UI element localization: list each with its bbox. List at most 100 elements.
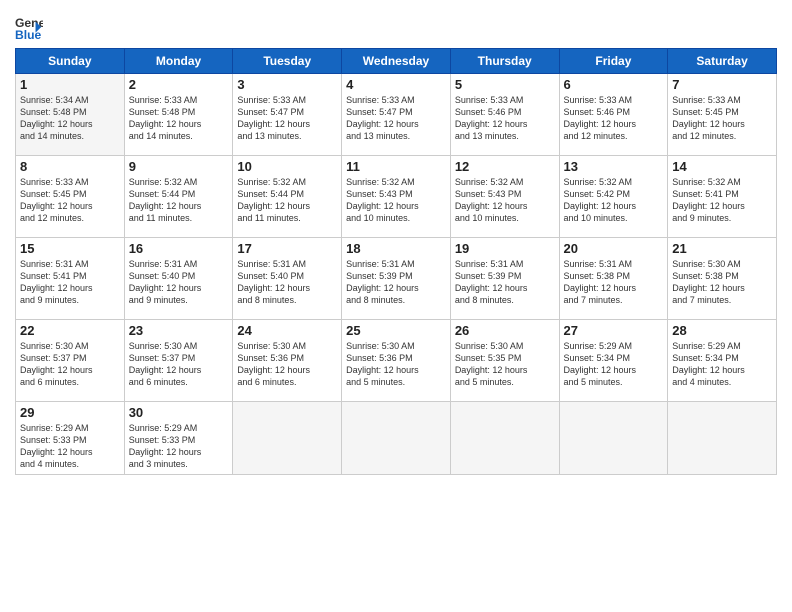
calendar-cell: 28 Sunrise: 5:29 AM Sunset: 5:34 PM Dayli… — [668, 320, 777, 402]
calendar-cell: 2 Sunrise: 5:33 AM Sunset: 5:48 PM Daylig… — [124, 74, 233, 156]
calendar-cell: 21 Sunrise: 5:30 AM Sunset: 5:38 PM Dayli… — [668, 238, 777, 320]
day-number: 17 — [237, 241, 337, 256]
day-number: 9 — [129, 159, 229, 174]
day-number: 2 — [129, 77, 229, 92]
day-number: 13 — [564, 159, 664, 174]
day-number: 3 — [237, 77, 337, 92]
cell-info: Sunrise: 5:31 AM Sunset: 5:38 PM Dayligh… — [564, 258, 664, 307]
day-number: 14 — [672, 159, 772, 174]
cell-info: Sunrise: 5:32 AM Sunset: 5:43 PM Dayligh… — [455, 176, 555, 225]
calendar-week-3: 15 Sunrise: 5:31 AM Sunset: 5:41 PM Dayli… — [16, 238, 777, 320]
day-number: 24 — [237, 323, 337, 338]
calendar-cell: 18 Sunrise: 5:31 AM Sunset: 5:39 PM Dayli… — [342, 238, 451, 320]
day-number: 15 — [20, 241, 120, 256]
calendar-cell: 6 Sunrise: 5:33 AM Sunset: 5:46 PM Daylig… — [559, 74, 668, 156]
day-header-monday: Monday — [124, 49, 233, 74]
cell-info: Sunrise: 5:30 AM Sunset: 5:38 PM Dayligh… — [672, 258, 772, 307]
day-number: 1 — [20, 77, 120, 92]
cell-info: Sunrise: 5:29 AM Sunset: 5:34 PM Dayligh… — [672, 340, 772, 389]
cell-info: Sunrise: 5:31 AM Sunset: 5:39 PM Dayligh… — [346, 258, 446, 307]
day-header-wednesday: Wednesday — [342, 49, 451, 74]
page-container: General Blue SundayMondayTuesdayWednesda… — [0, 0, 792, 485]
day-number: 28 — [672, 323, 772, 338]
header: General Blue — [15, 10, 777, 42]
cell-info: Sunrise: 5:30 AM Sunset: 5:35 PM Dayligh… — [455, 340, 555, 389]
cell-info: Sunrise: 5:32 AM Sunset: 5:42 PM Dayligh… — [564, 176, 664, 225]
day-number: 19 — [455, 241, 555, 256]
day-number: 6 — [564, 77, 664, 92]
day-number: 4 — [346, 77, 446, 92]
calendar-cell: 15 Sunrise: 5:31 AM Sunset: 5:41 PM Dayli… — [16, 238, 125, 320]
calendar-cell: 30Sunrise: 5:29 AM Sunset: 5:33 PM Dayli… — [124, 402, 233, 475]
cell-info: Sunrise: 5:32 AM Sunset: 5:43 PM Dayligh… — [346, 176, 446, 225]
calendar-cell: 5Sunrise: 5:33 AM Sunset: 5:46 PM Daylig… — [450, 74, 559, 156]
calendar-cell: 9 Sunrise: 5:32 AM Sunset: 5:44 PM Daylig… — [124, 156, 233, 238]
day-number: 20 — [564, 241, 664, 256]
calendar-cell: 29 Sunrise: 5:29 AM Sunset: 5:33 PM Dayli… — [16, 402, 125, 475]
cell-info: Sunrise: 5:33 AM Sunset: 5:48 PM Dayligh… — [129, 94, 229, 143]
day-header-saturday: Saturday — [668, 49, 777, 74]
day-number: 26 — [455, 323, 555, 338]
day-number: 23 — [129, 323, 229, 338]
day-number: 25 — [346, 323, 446, 338]
calendar-cell: 17 Sunrise: 5:31 AM Sunset: 5:40 PM Dayli… — [233, 238, 342, 320]
cell-info: Sunrise: 5:29 AM Sunset: 5:33 PM Dayligh… — [20, 422, 120, 471]
logo: General Blue — [15, 14, 47, 42]
calendar-cell: 26 Sunrise: 5:30 AM Sunset: 5:35 PM Dayli… — [450, 320, 559, 402]
cell-info: Sunrise: 5:29 AM Sunset: 5:33 PM Dayligh… — [129, 422, 229, 471]
cell-info: Sunrise: 5:32 AM Sunset: 5:44 PM Dayligh… — [129, 176, 229, 225]
calendar-cell: 4 Sunrise: 5:33 AM Sunset: 5:47 PM Daylig… — [342, 74, 451, 156]
calendar-cell: 14 Sunrise: 5:32 AM Sunset: 5:41 PM Dayli… — [668, 156, 777, 238]
calendar-week-5: 29 Sunrise: 5:29 AM Sunset: 5:33 PM Dayli… — [16, 402, 777, 475]
calendar-cell: 8 Sunrise: 5:33 AM Sunset: 5:45 PM Daylig… — [16, 156, 125, 238]
calendar-body: 1 Sunrise: 5:34 AM Sunset: 5:48 PM Daylig… — [16, 74, 777, 475]
cell-info: Sunrise: 5:34 AM Sunset: 5:48 PM Dayligh… — [20, 94, 120, 143]
day-header-friday: Friday — [559, 49, 668, 74]
calendar-week-4: 22 Sunrise: 5:30 AM Sunset: 5:37 PM Dayli… — [16, 320, 777, 402]
calendar-cell: 16Sunrise: 5:31 AM Sunset: 5:40 PM Dayli… — [124, 238, 233, 320]
cell-info: Sunrise: 5:33 AM Sunset: 5:47 PM Dayligh… — [346, 94, 446, 143]
calendar-week-2: 8 Sunrise: 5:33 AM Sunset: 5:45 PM Daylig… — [16, 156, 777, 238]
calendar-cell — [342, 402, 451, 475]
cell-info: Sunrise: 5:30 AM Sunset: 5:37 PM Dayligh… — [20, 340, 120, 389]
calendar-cell: 19Sunrise: 5:31 AM Sunset: 5:39 PM Dayli… — [450, 238, 559, 320]
cell-info: Sunrise: 5:32 AM Sunset: 5:41 PM Dayligh… — [672, 176, 772, 225]
calendar-cell: 27 Sunrise: 5:29 AM Sunset: 5:34 PM Dayli… — [559, 320, 668, 402]
calendar-week-1: 1 Sunrise: 5:34 AM Sunset: 5:48 PM Daylig… — [16, 74, 777, 156]
logo-icon: General Blue — [15, 14, 43, 42]
day-number: 12 — [455, 159, 555, 174]
calendar-cell — [233, 402, 342, 475]
cell-info: Sunrise: 5:33 AM Sunset: 5:45 PM Dayligh… — [20, 176, 120, 225]
day-number: 11 — [346, 159, 446, 174]
day-header-sunday: Sunday — [16, 49, 125, 74]
day-number: 7 — [672, 77, 772, 92]
day-number: 16 — [129, 241, 229, 256]
cell-info: Sunrise: 5:33 AM Sunset: 5:45 PM Dayligh… — [672, 94, 772, 143]
day-number: 8 — [20, 159, 120, 174]
cell-info: Sunrise: 5:31 AM Sunset: 5:40 PM Dayligh… — [237, 258, 337, 307]
calendar-cell: 13 Sunrise: 5:32 AM Sunset: 5:42 PM Dayli… — [559, 156, 668, 238]
cell-info: Sunrise: 5:33 AM Sunset: 5:47 PM Dayligh… — [237, 94, 337, 143]
day-number: 22 — [20, 323, 120, 338]
day-number: 29 — [20, 405, 120, 420]
calendar-cell — [559, 402, 668, 475]
calendar-cell: 7 Sunrise: 5:33 AM Sunset: 5:45 PM Daylig… — [668, 74, 777, 156]
calendar-cell: 25 Sunrise: 5:30 AM Sunset: 5:36 PM Dayli… — [342, 320, 451, 402]
cell-info: Sunrise: 5:33 AM Sunset: 5:46 PM Dayligh… — [455, 94, 555, 143]
calendar-cell — [668, 402, 777, 475]
cell-info: Sunrise: 5:32 AM Sunset: 5:44 PM Dayligh… — [237, 176, 337, 225]
calendar-cell: 24Sunrise: 5:30 AM Sunset: 5:36 PM Dayli… — [233, 320, 342, 402]
day-header-thursday: Thursday — [450, 49, 559, 74]
calendar-cell: 3 Sunrise: 5:33 AM Sunset: 5:47 PM Daylig… — [233, 74, 342, 156]
calendar-cell: 11 Sunrise: 5:32 AM Sunset: 5:43 PM Dayli… — [342, 156, 451, 238]
cell-info: Sunrise: 5:31 AM Sunset: 5:41 PM Dayligh… — [20, 258, 120, 307]
calendar-table: SundayMondayTuesdayWednesdayThursdayFrid… — [15, 48, 777, 475]
calendar-cell: 22 Sunrise: 5:30 AM Sunset: 5:37 PM Dayli… — [16, 320, 125, 402]
calendar-cell: 20 Sunrise: 5:31 AM Sunset: 5:38 PM Dayli… — [559, 238, 668, 320]
day-number: 27 — [564, 323, 664, 338]
day-number: 21 — [672, 241, 772, 256]
cell-info: Sunrise: 5:30 AM Sunset: 5:36 PM Dayligh… — [346, 340, 446, 389]
day-number: 18 — [346, 241, 446, 256]
cell-info: Sunrise: 5:29 AM Sunset: 5:34 PM Dayligh… — [564, 340, 664, 389]
cell-info: Sunrise: 5:33 AM Sunset: 5:46 PM Dayligh… — [564, 94, 664, 143]
